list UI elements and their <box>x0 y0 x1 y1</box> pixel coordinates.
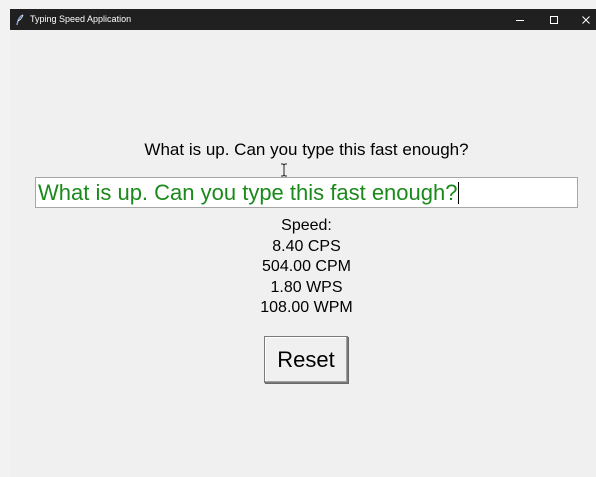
close-button[interactable] <box>570 9 596 30</box>
typing-entry-value: What is up. Can you type this fast enoug… <box>38 180 458 205</box>
speed-results: Speed: 8.40 CPS 504.00 CPM 1.80 WPS 108.… <box>10 216 596 319</box>
window-title: Typing Speed Application <box>30 14 132 24</box>
speed-cps: 8.40 CPS <box>272 237 341 255</box>
ibeam-cursor-icon <box>280 163 288 177</box>
typing-entry-field[interactable]: What is up. Can you type this fast enoug… <box>35 177 578 208</box>
speed-wpm: 108.00 WPM <box>260 299 353 316</box>
client-area: What is up. Can you type this fast enoug… <box>10 30 596 477</box>
app-window: Typing Speed Application What is up. Can… <box>10 9 596 477</box>
maximize-button[interactable] <box>538 9 570 30</box>
minimize-button[interactable] <box>504 9 536 30</box>
minimize-icon <box>515 15 525 25</box>
speed-cpm: 504.00 CPM <box>262 258 351 275</box>
title-bar[interactable]: Typing Speed Application <box>10 9 596 30</box>
speed-wps: 1.80 WPS <box>270 278 343 296</box>
reset-button[interactable]: Reset <box>264 336 348 383</box>
close-icon <box>581 15 591 25</box>
text-caret <box>458 182 460 204</box>
speed-label: Speed: <box>281 217 332 234</box>
prompt-text: What is up. Can you type this fast enoug… <box>144 140 469 159</box>
maximize-icon <box>549 15 559 25</box>
feather-icon <box>15 13 25 26</box>
screenshot-stage: Typing Speed Application What is up. Can… <box>0 0 596 477</box>
